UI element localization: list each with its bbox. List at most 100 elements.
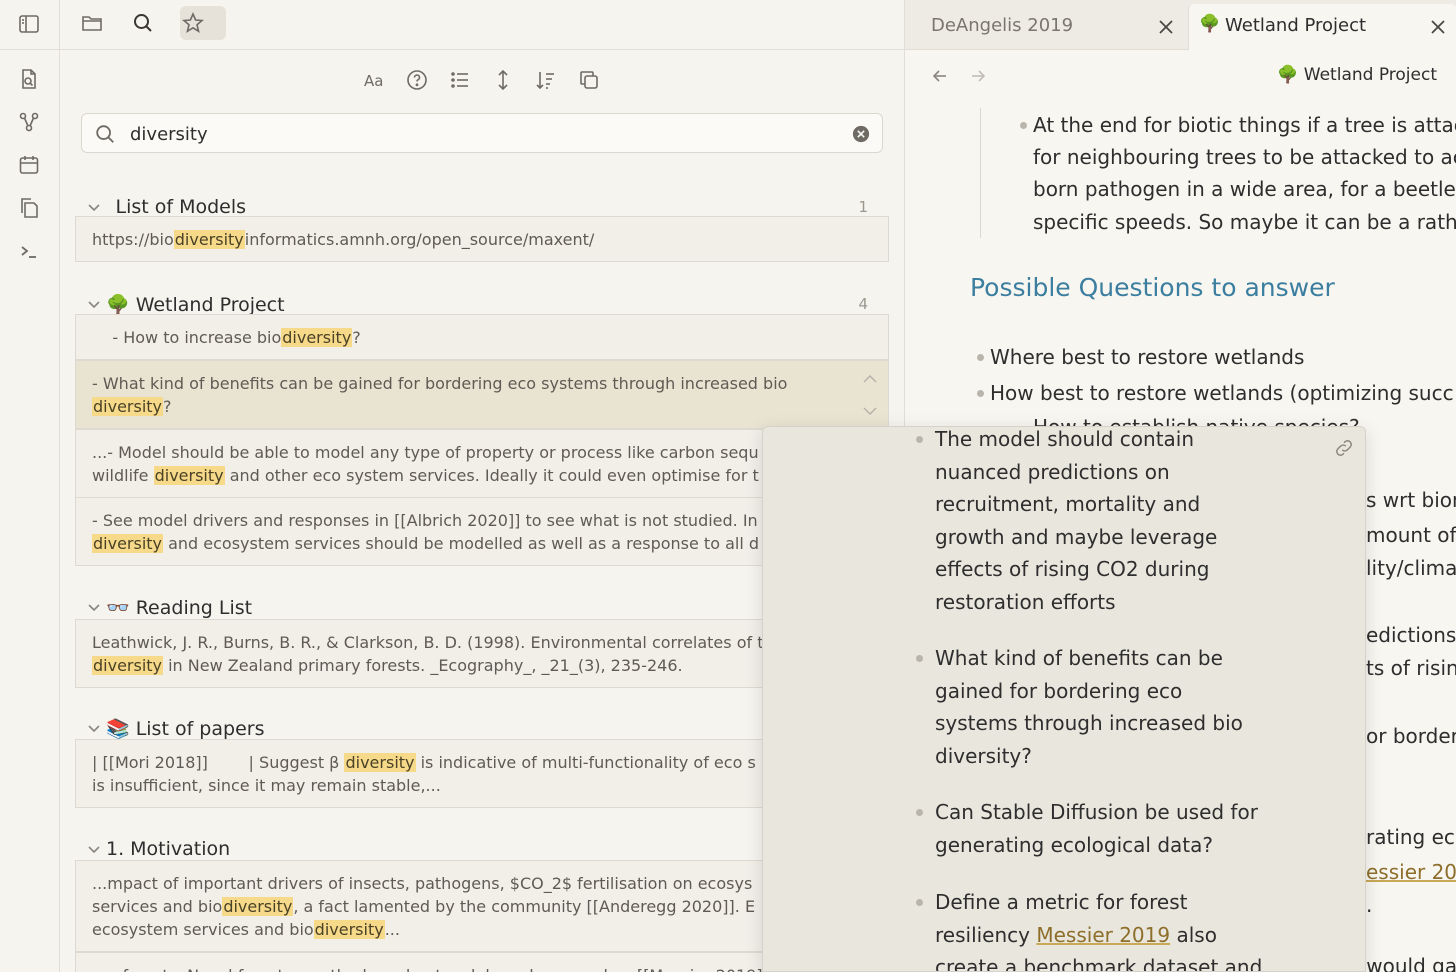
search-icon[interactable]	[131, 11, 155, 35]
svg-text:Aa: Aa	[364, 72, 383, 90]
match-text: ...	[384, 920, 400, 939]
text-line: born pathogen in a wide area, for a beet…	[1033, 177, 1456, 201]
match-line: https://biodiversityinformatics.amnh.org…	[92, 228, 872, 251]
popover-text: resiliency	[935, 922, 1037, 947]
messier-2019-link[interactable]: Messier 2019	[1036, 923, 1170, 947]
match-highlight: diversity	[173, 230, 245, 249]
match-text: and ecosystem services should be modelle…	[163, 534, 760, 553]
tab-deangelis-2019[interactable]: DeAngelis 2019	[905, 0, 1188, 50]
list-item: Where best to restore wetlands	[990, 345, 1305, 369]
text-fragment: lity/clima	[1366, 556, 1456, 580]
result-file-title[interactable]: 📚 List of papers	[106, 717, 264, 740]
match-highlight: diversity	[92, 397, 164, 416]
popover-line: nuanced predictions on	[935, 459, 1170, 484]
ribbon-top	[0, 0, 60, 50]
text-fragment: or border	[1366, 724, 1456, 748]
match-line: wildlife diversity and other eco system …	[92, 464, 872, 487]
copy-pages-icon[interactable]	[17, 196, 41, 220]
match-highlight: diversity	[281, 328, 353, 347]
left-ribbon	[0, 0, 60, 972]
match-line: ...- Model should be able to model any t…	[92, 441, 872, 464]
popover-line: Can Stable Diffusion be used for	[935, 800, 1258, 824]
match-highlight: diversity	[153, 466, 225, 485]
text-fragment: rating ec	[1366, 825, 1455, 849]
list-item: How best to restore wetlands (optimizing…	[990, 381, 1454, 405]
back-arrow-icon[interactable]	[931, 67, 949, 85]
match-line: services and biodiversity, a fact lament…	[92, 895, 872, 918]
copy-results-icon[interactable]	[577, 68, 601, 92]
sort-icon[interactable]	[534, 68, 558, 92]
indent-guide	[980, 108, 981, 238]
popover-line: generating ecological data?	[935, 832, 1213, 857]
calendar-icon[interactable]	[17, 153, 41, 177]
match-line: ...mpact of important drivers of insects…	[92, 872, 872, 895]
match-text: , a fact lamented by the community [[And…	[293, 897, 756, 916]
match-text: Leathwick, J. R., Burns, B. R., & Clarks…	[92, 633, 764, 652]
result-file-title[interactable]: 👓 Reading List	[106, 596, 252, 619]
match-text: in New Zealand primary forests. _Ecograp…	[163, 656, 683, 675]
match-highlight: diversity	[92, 656, 164, 675]
match-text: https://bio	[92, 230, 174, 249]
tree-emoji-icon: 🌳	[1199, 14, 1221, 34]
chevron-down-icon[interactable]	[86, 841, 102, 857]
match-line: - See model drivers and responses in [[A…	[92, 509, 872, 532]
popover-line: The model should contain	[935, 427, 1195, 451]
text-fragment: mount of	[1366, 523, 1456, 547]
match-text: - How to increase bio	[92, 328, 282, 347]
folder-icon[interactable]	[80, 11, 104, 35]
section-heading: Possible Questions to answer	[970, 273, 1335, 302]
popover-line: recruitment, mortality and	[935, 492, 1201, 516]
open-link-icon[interactable]	[1333, 437, 1355, 459]
graph-view-icon[interactable]	[17, 110, 41, 134]
text-line: for neighbouring trees to be attacked to…	[1033, 145, 1456, 169]
match-case-icon[interactable]: Aa	[362, 68, 386, 92]
match-text: - What kind of benefits can be gained fo…	[92, 374, 788, 393]
match-text: ...g forests. Novel forestry methods and…	[92, 966, 769, 972]
match-line: ecosystem services and biodiversity...	[92, 918, 872, 941]
result-count: 1	[858, 198, 868, 216]
chevron-down-icon[interactable]	[862, 405, 878, 417]
help-icon[interactable]	[405, 68, 429, 92]
search-match[interactable]: - What kind of benefits can be gained fo…	[75, 360, 889, 429]
search-match[interactable]: - How to increase biodiversity?	[75, 314, 889, 360]
match-text: | [[Mori 2018]] | Suggest β	[92, 753, 345, 772]
chevron-down-icon[interactable]	[86, 199, 102, 215]
popover-line: restoration efforts	[935, 589, 1116, 614]
chevron-up-icon[interactable]	[862, 373, 878, 385]
text-fragment: .	[1366, 893, 1373, 917]
bookmark-star-icon[interactable]	[181, 11, 205, 35]
note-title[interactable]: 🌳 Wetland Project	[1277, 65, 1437, 85]
bullet	[977, 390, 984, 397]
popover-text: also	[1170, 922, 1217, 947]
bullet	[916, 809, 923, 816]
text-line: specific speeds. So maybe it can be a ra…	[1033, 210, 1456, 234]
popover-line: gained for bordering eco	[935, 678, 1183, 703]
match-text: ?	[163, 397, 172, 416]
search-match[interactable]: https://biodiversityinformatics.amnh.org…	[75, 216, 889, 262]
collapse-expand-icon[interactable]	[491, 68, 515, 92]
popover-list-item: What kind of benefits can be gained for b…	[935, 642, 1275, 772]
close-tab-icon[interactable]	[1158, 19, 1174, 35]
close-tab-icon[interactable]	[1430, 19, 1446, 35]
hover-preview-popover[interactable]: The model should contain nuanced predicti…	[762, 426, 1366, 972]
result-file-title[interactable]: 🌳 Wetland Project	[106, 293, 285, 316]
open-quick-switcher-icon[interactable]	[17, 67, 41, 91]
match-text: and other eco system services. Ideally i…	[224, 466, 759, 485]
match-highlight: diversity	[344, 753, 416, 772]
bullet	[916, 899, 923, 906]
sidebar-toggle-icon[interactable]	[17, 12, 41, 36]
match-line: - What kind of benefits can be gained fo…	[92, 372, 872, 395]
text-fragment: s wrt biom	[1366, 488, 1456, 512]
tab-wetland-project[interactable]: 🌳 Wetland Project	[1188, 4, 1456, 50]
tree-emoji-icon: 🌳	[1277, 65, 1299, 85]
match-text: ...mpact of important drivers of insects…	[92, 874, 753, 893]
result-file-title[interactable]: _List of Models	[106, 196, 246, 218]
forward-arrow-icon[interactable]	[969, 67, 987, 85]
terminal-icon[interactable]	[17, 239, 41, 263]
messier-2019-link-fragment[interactable]: essier 20	[1366, 856, 1456, 888]
result-file-title[interactable]: 1. Motivation	[106, 838, 230, 860]
explain-list-icon[interactable]	[448, 68, 472, 92]
chevron-down-icon[interactable]	[86, 296, 102, 312]
chevron-down-icon[interactable]	[86, 720, 102, 736]
chevron-down-icon[interactable]	[86, 599, 102, 615]
